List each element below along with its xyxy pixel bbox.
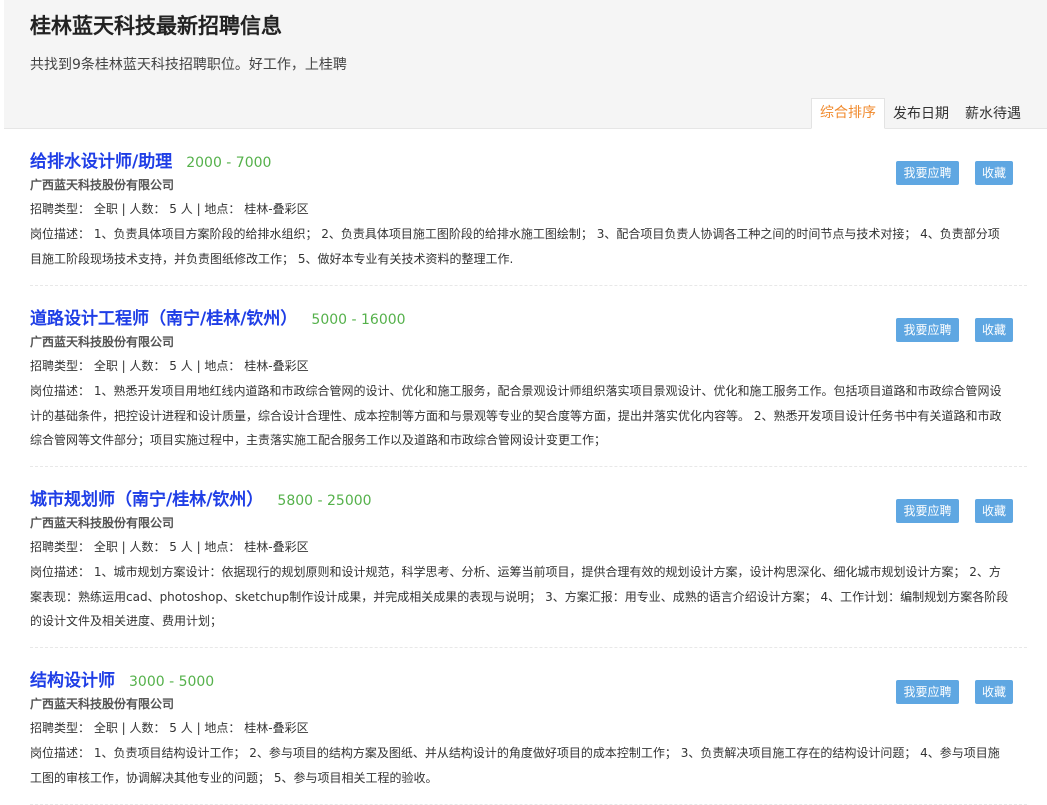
job-title-link[interactable]: 给排水设计师/助理 xyxy=(30,152,172,172)
job-item: 给排水设计师/助理 2000 - 7000 广西蓝天科技股份有限公司 招聘类型： … xyxy=(30,129,1027,286)
job-description: 岗位描述： 1、负责项目结构设计工作； 2、参与项目的结构方案及图纸、并从结构设… xyxy=(30,746,1000,785)
company-name: 广西蓝天科技股份有限公司 xyxy=(30,178,175,192)
job-item: 道路设计工程师（南宁/桂林/钦州） 5000 - 16000 广西蓝天科技股份有限… xyxy=(30,286,1027,467)
job-title-row: 给排水设计师/助理 2000 - 7000 xyxy=(30,147,271,172)
job-meta: 招聘类型： 全职 | 人数： 5 人 | 地点： 桂林-叠彩区 xyxy=(30,540,309,554)
sort-tab-publish-date[interactable]: 发布日期 xyxy=(885,100,957,128)
job-title-row: 结构设计师 3000 - 5000 xyxy=(30,666,214,691)
job-meta: 招聘类型： 全职 | 人数： 5 人 | 地点： 桂林-叠彩区 xyxy=(30,721,309,735)
job-salary: 3000 - 5000 xyxy=(129,674,215,690)
favorite-button[interactable]: 收藏 xyxy=(975,499,1013,523)
job-meta: 招聘类型： 全职 | 人数： 5 人 | 地点： 桂林-叠彩区 xyxy=(30,202,309,216)
job-list: 给排水设计师/助理 2000 - 7000 广西蓝天科技股份有限公司 招聘类型： … xyxy=(0,129,1047,805)
company-name: 广西蓝天科技股份有限公司 xyxy=(30,697,175,711)
job-title-link[interactable]: 道路设计工程师（南宁/桂林/钦州） xyxy=(30,309,297,329)
favorite-button[interactable]: 收藏 xyxy=(975,161,1013,185)
job-salary: 5000 - 16000 xyxy=(311,312,406,328)
job-title-link[interactable]: 结构设计师 xyxy=(30,671,115,691)
job-item: 结构设计师 3000 - 5000 广西蓝天科技股份有限公司 招聘类型： 全职 |… xyxy=(30,648,1027,805)
job-description: 岗位描述： 1、城市规划方案设计：依据现行的规划原则和设计规范，科学思考、分析、… xyxy=(30,565,1009,628)
favorite-button[interactable]: 收藏 xyxy=(975,318,1013,342)
apply-button[interactable]: 我要应聘 xyxy=(896,318,959,342)
page-subtitle: 共找到9条桂林蓝天科技招聘职位。好工作，上桂聘 xyxy=(30,57,347,73)
job-title-link[interactable]: 城市规划师（南宁/桂林/钦州） xyxy=(30,490,263,510)
company-name: 广西蓝天科技股份有限公司 xyxy=(30,335,175,349)
job-title-row: 城市规划师（南宁/桂林/钦州） 5800 - 25000 xyxy=(30,485,372,510)
page-title: 桂林蓝天科技最新招聘信息 xyxy=(30,14,282,38)
job-meta: 招聘类型： 全职 | 人数： 5 人 | 地点： 桂林-叠彩区 xyxy=(30,359,309,373)
sort-tab-salary[interactable]: 薪水待遇 xyxy=(957,100,1029,128)
job-description: 岗位描述： 1、熟悉开发项目用地红线内道路和市政综合管网的设计、优化和施工服务，… xyxy=(30,384,1002,447)
apply-button[interactable]: 我要应聘 xyxy=(896,161,959,185)
job-description: 岗位描述： 1、负责具体项目方案阶段的给排水组织； 2、负责具体项目施工图阶段的… xyxy=(30,227,1000,266)
job-title-row: 道路设计工程师（南宁/桂林/钦州） 5000 - 16000 xyxy=(30,304,406,329)
apply-button[interactable]: 我要应聘 xyxy=(896,499,959,523)
apply-button[interactable]: 我要应聘 xyxy=(896,680,959,704)
job-item: 城市规划师（南宁/桂林/钦州） 5800 - 25000 广西蓝天科技股份有限公司… xyxy=(30,467,1027,648)
job-salary: 2000 - 7000 xyxy=(186,155,272,171)
job-salary: 5800 - 25000 xyxy=(277,493,372,509)
page-header: 桂林蓝天科技最新招聘信息 共找到9条桂林蓝天科技招聘职位。好工作，上桂聘 综合排… xyxy=(4,0,1047,129)
sort-tabs: 综合排序 发布日期 薪水待遇 xyxy=(811,98,1029,129)
job-list-page: 桂林蓝天科技最新招聘信息 共找到9条桂林蓝天科技招聘职位。好工作，上桂聘 综合排… xyxy=(0,0,1047,805)
company-name: 广西蓝天科技股份有限公司 xyxy=(30,516,175,530)
sort-tab-comprehensive[interactable]: 综合排序 xyxy=(811,98,885,129)
favorite-button[interactable]: 收藏 xyxy=(975,680,1013,704)
